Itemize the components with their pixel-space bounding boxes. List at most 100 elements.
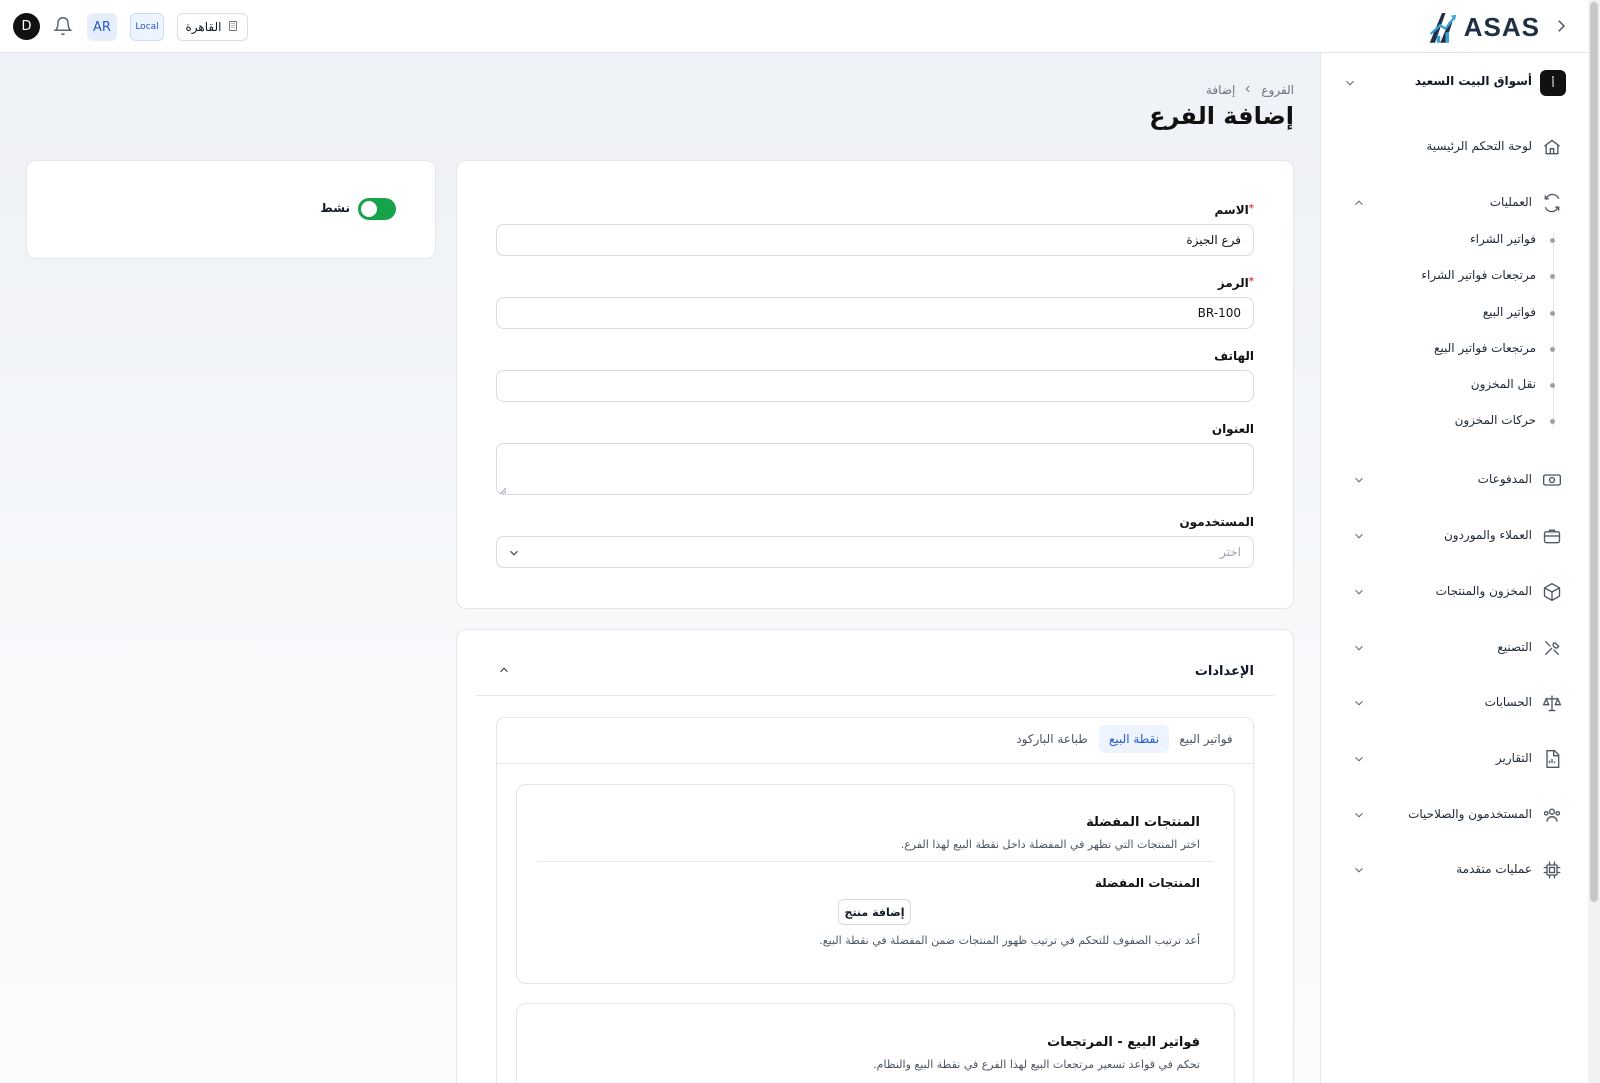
sidebar-item-advanced-operations[interactable]: عمليات متقدمة <box>1340 856 1576 884</box>
logo-text: ASAS <box>1463 11 1540 42</box>
chip-icon <box>1542 860 1562 880</box>
sidebar-item-customers-suppliers[interactable]: العملاء والموردون <box>1340 522 1576 550</box>
bullet-icon <box>1550 419 1555 424</box>
active-toggle-label: نشط <box>320 201 350 215</box>
sidebar-item-label: لوحة التحكم الرئيسية <box>1426 139 1532 153</box>
chevron-up-icon[interactable] <box>1352 196 1366 210</box>
sidebar-subitem-stock-movements[interactable]: حركات المخزون <box>1380 410 1576 432</box>
tabs-divider <box>497 763 1253 764</box>
bell-icon[interactable] <box>53 16 73 36</box>
sidebar-item-dashboard[interactable]: لوحة التحكم الرئيسية <box>1340 133 1576 161</box>
chevron-left-icon <box>1243 83 1253 97</box>
page-scrollbar[interactable] <box>1588 0 1600 1083</box>
favorite-products-description: اختر المنتجات التي تظهر في المفضلة داخل … <box>900 838 1200 851</box>
sidebar-item-label: العمليات <box>1489 195 1532 209</box>
tab-barcode-printing[interactable]: طباعة الباركود <box>1010 725 1094 753</box>
logo-mark-icon <box>1429 13 1457 43</box>
phone-label: الهاتف <box>1214 349 1254 363</box>
breadcrumb-parent-link[interactable]: الفروع <box>1261 83 1294 97</box>
code-label-text: الرمز <box>1217 276 1249 290</box>
chevron-up-icon[interactable] <box>497 663 511 677</box>
sidebar-item-payments[interactable]: المدفوعات <box>1340 466 1576 494</box>
chevron-down-icon[interactable] <box>1352 529 1366 543</box>
home-icon <box>1542 137 1562 157</box>
sidebar-subitem-sales-returns[interactable]: مرتجعات فواتير البيع <box>1380 338 1576 360</box>
add-product-button[interactable]: إضافة منتج <box>838 899 911 925</box>
address-label: العنوان <box>1211 422 1254 436</box>
chevron-down-icon[interactable] <box>1352 696 1366 710</box>
sidebar-item-accounts[interactable]: الحسابات <box>1340 689 1576 717</box>
sidebar-item-label: العملاء والموردون <box>1443 528 1532 542</box>
sidebar-subitem-label: نقل المخزون <box>1470 377 1536 391</box>
chevron-down-icon[interactable] <box>1352 585 1366 599</box>
sidebar-item-manufacturing[interactable]: التصنيع <box>1340 634 1576 662</box>
sidebar-item-operations[interactable]: العمليات <box>1340 189 1576 217</box>
sidebar-subitem-label: فواتير البيع <box>1482 305 1536 319</box>
name-input-value: فرع الجيزة <box>1186 233 1241 247</box>
users-label: المستخدمون <box>1179 515 1254 529</box>
users-select-placeholder: اختر <box>1220 545 1241 559</box>
building-icon <box>227 20 239 35</box>
sidebar-item-label: الحسابات <box>1484 695 1532 709</box>
briefcase-icon <box>1542 526 1562 546</box>
sidebar-subitem-sales-invoices[interactable]: فواتير البيع <box>1380 302 1576 324</box>
breadcrumb-current: إضافة <box>1206 83 1236 97</box>
sidebar-item-users-permissions[interactable]: المستخدمون والصلاحيات <box>1340 801 1576 829</box>
required-mark: * <box>1248 276 1254 287</box>
name-label: الاسم* <box>1100 203 1255 217</box>
users-icon <box>1542 805 1562 825</box>
sidebar-item-inventory-products[interactable]: المخزون والمنتجات <box>1340 578 1576 606</box>
tab-point-of-sale[interactable]: نقطة البيع <box>1099 725 1169 753</box>
resize-handle-icon[interactable] <box>499 484 507 495</box>
language-button[interactable]: AR <box>87 13 117 41</box>
active-toggle[interactable] <box>358 198 396 220</box>
sidebar-subitem-stock-transfer[interactable]: نقل المخزون <box>1380 374 1576 396</box>
address-textarea[interactable] <box>496 443 1254 495</box>
org-name[interactable]: أسواق البيت السعيد <box>1380 74 1532 88</box>
sidebar-subitem-purchase-returns[interactable]: مرتجعات فواتير الشراء <box>1380 265 1576 287</box>
bullet-icon <box>1550 311 1555 316</box>
chevron-down-icon[interactable] <box>1352 473 1366 487</box>
chevron-down-icon[interactable] <box>1343 76 1357 90</box>
asas-logo[interactable]: ASAS <box>1428 6 1540 48</box>
favorite-products-title: المنتجات المفضلة <box>1086 815 1200 830</box>
money-icon <box>1542 470 1562 490</box>
phone-input[interactable] <box>496 370 1254 402</box>
settings-title: الإعدادات <box>1194 664 1254 679</box>
sidebar-subitem-purchase-invoices[interactable]: فواتير الشراء <box>1380 229 1576 251</box>
name-input[interactable]: فرع الجيزة <box>496 224 1254 256</box>
sidebar-item-label: التقارير <box>1495 751 1532 765</box>
sidebar-subitem-label: حركات المخزون <box>1454 413 1536 427</box>
bullet-icon <box>1550 238 1555 243</box>
branch-selector[interactable]: القاهرة <box>177 13 248 41</box>
scale-icon <box>1542 693 1562 713</box>
favorite-products-hint: أعد ترتيب الصفوف للتحكم في ترتيب ظهور ال… <box>819 934 1200 947</box>
chevron-down-icon[interactable] <box>1352 808 1366 822</box>
sidebar-subitem-label: مرتجعات فواتير البيع <box>1434 341 1536 355</box>
favorite-products-subtitle: المنتجات المفضلة <box>1094 876 1200 890</box>
sidebar-item-label: المستخدمون والصلاحيات <box>1408 807 1532 821</box>
scrollbar-thumb[interactable] <box>1590 2 1598 902</box>
code-label: الرمز* <box>1100 276 1254 290</box>
top-bar: D AR Local القاهرة ASAS <box>0 0 1588 53</box>
report-icon <box>1542 749 1562 769</box>
chevron-down-icon[interactable] <box>1352 641 1366 655</box>
chevron-down-icon[interactable] <box>1352 752 1366 766</box>
tab-sales-invoices[interactable]: فواتير البيع <box>1172 725 1240 753</box>
sales-returns-description: تحكم في قواعد تسعير مرتجعات البيع لهذا ا… <box>873 1058 1200 1071</box>
chevron-down-icon[interactable] <box>1352 863 1366 877</box>
breadcrumb: الفروع إضافة <box>1100 80 1294 100</box>
sales-returns-title: فواتير البيع - المرتجعات <box>1047 1035 1200 1050</box>
bullet-icon <box>1550 274 1555 279</box>
environment-badge: Local <box>130 13 164 41</box>
sidebar-item-reports[interactable]: التقارير <box>1340 745 1576 773</box>
user-avatar[interactable]: D <box>13 13 40 40</box>
users-select[interactable]: اختر <box>496 536 1254 568</box>
chevron-right-icon[interactable] <box>1552 16 1570 36</box>
branch-name: القاهرة <box>185 20 222 34</box>
sidebar-item-label: عمليات متقدمة <box>1456 862 1532 876</box>
settings-divider <box>476 695 1274 696</box>
name-label-text: الاسم <box>1214 203 1249 217</box>
code-input[interactable]: BR-100 <box>496 297 1254 329</box>
chevron-down-icon <box>507 546 521 560</box>
